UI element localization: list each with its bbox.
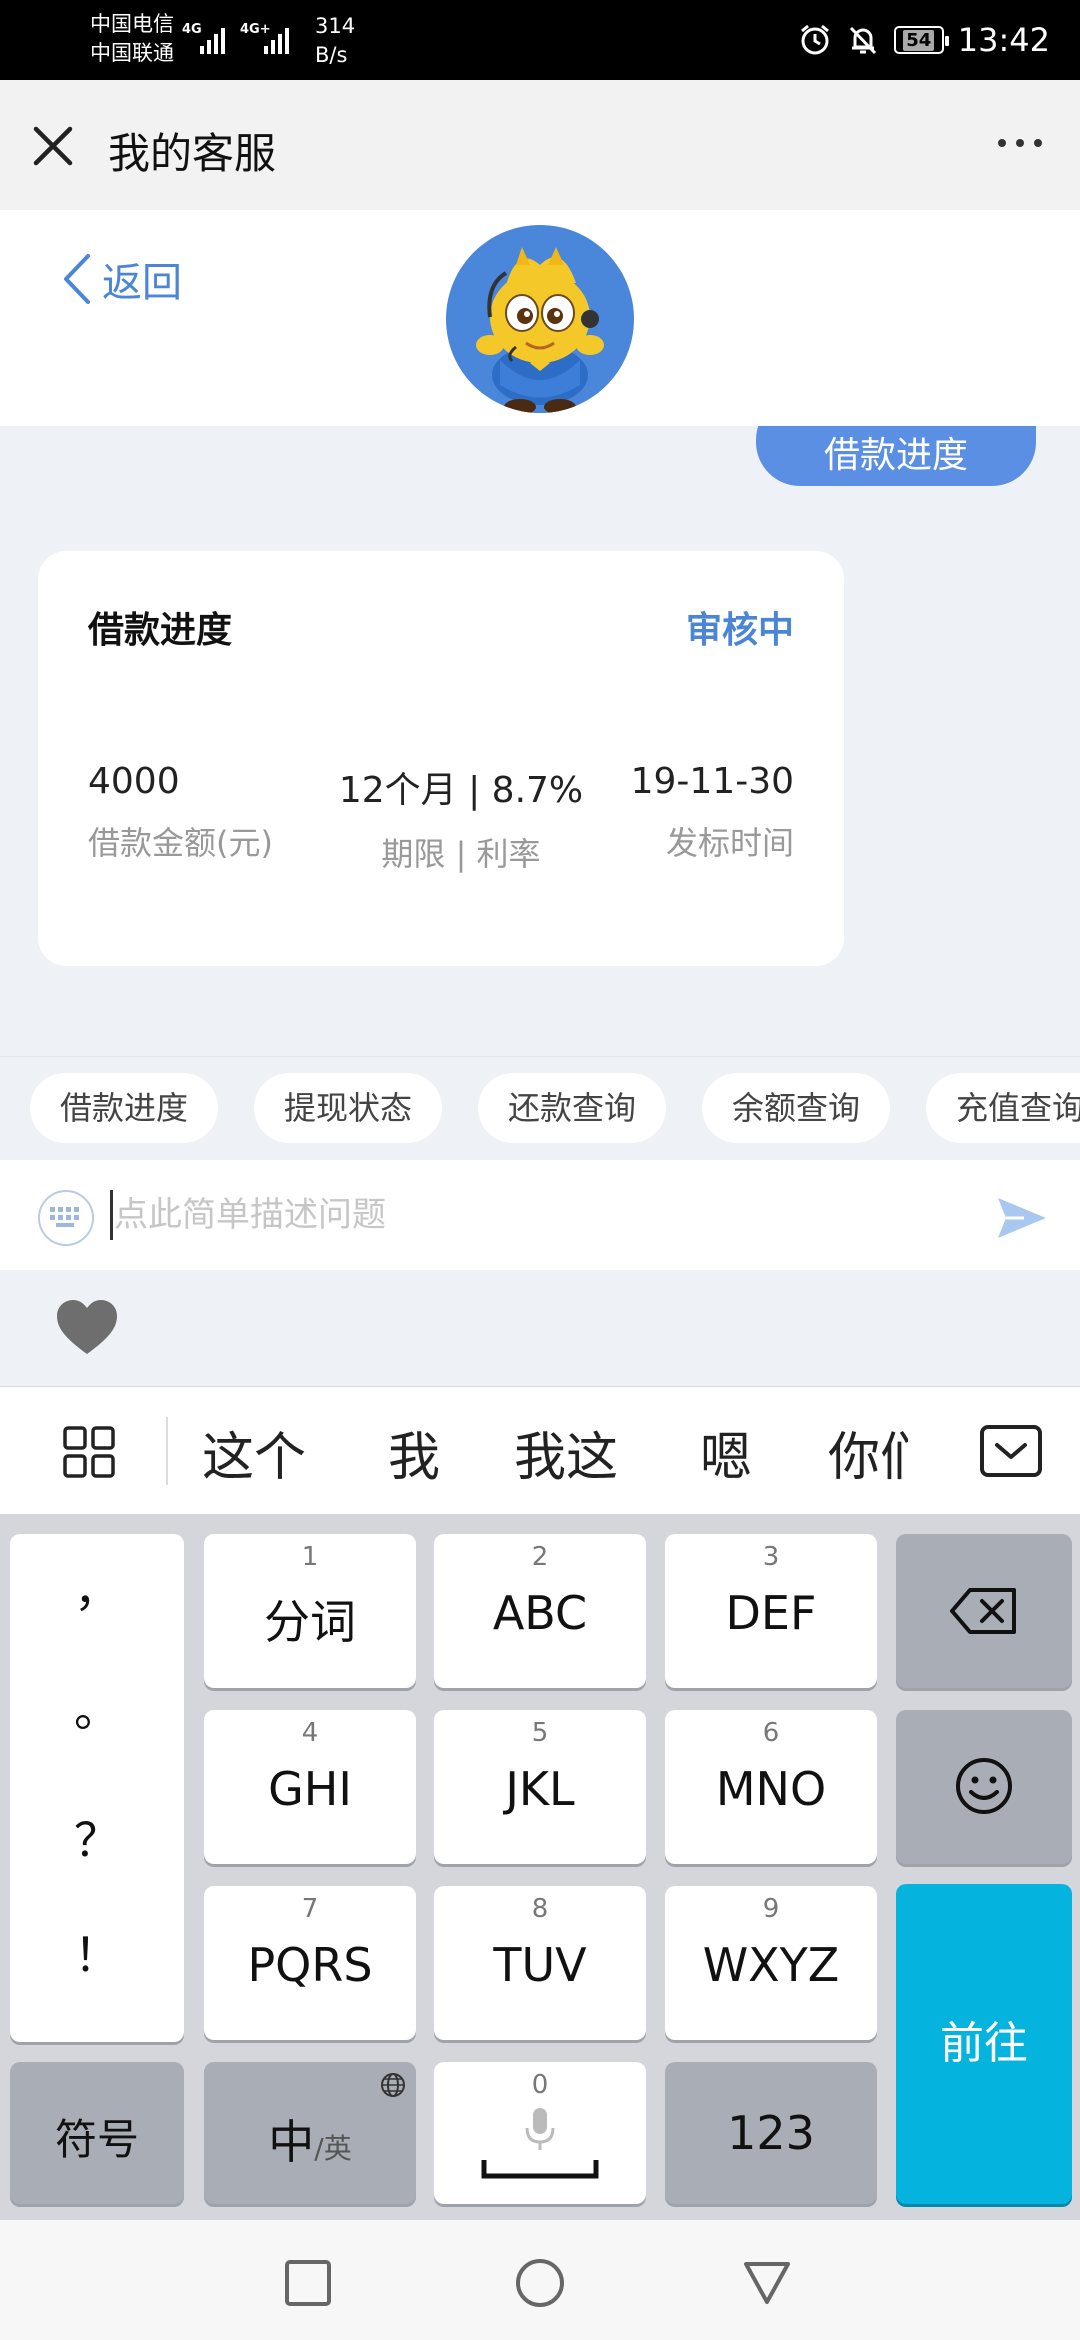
mic-icon (525, 2108, 555, 2150)
system-nav-bar (0, 2220, 1080, 2340)
quick-reply-chip[interactable]: 还款查询 (478, 1073, 667, 1143)
chat-area: 借款进度 借款进度 审核中 4000 借款金额(元) 12个月 | 8.7% 期… (0, 426, 1080, 1056)
quick-reply-chip[interactable]: 余额查询 (702, 1073, 891, 1143)
battery-level: 54 (903, 29, 935, 51)
avatar (446, 225, 634, 413)
backspace-key[interactable] (896, 1534, 1072, 1688)
key-period[interactable]: 。 (10, 1674, 184, 1740)
key-6[interactable]: 6 MNO (665, 1710, 877, 1864)
network-speed: 314 B/s (315, 12, 355, 70)
key-7[interactable]: 7 PQRS (204, 1886, 416, 2040)
stat-label: 发标时间 (665, 824, 794, 862)
alarm-icon (800, 24, 829, 55)
key-9[interactable]: 9 WXYZ (665, 1886, 877, 2040)
network-type-1: 4G (182, 22, 202, 37)
quick-reply-chip[interactable]: 借款进度 (30, 1073, 219, 1143)
mute-bell-icon (849, 26, 876, 55)
page-title: 我的客服 (108, 129, 277, 178)
loan-progress-card[interactable]: 借款进度 审核中 4000 借款金额(元) 12个月 | 8.7% 期限 | 利… (38, 551, 844, 966)
grid-icon[interactable] (62, 1425, 116, 1479)
key-3[interactable]: 3 DEF (665, 1534, 877, 1688)
divider (166, 1417, 168, 1485)
keyboard: ， 。 ？ ！ 1 分词 2 ABC 3 DEF 4 GHI 5 JKL 6 M… (0, 1514, 1080, 2220)
back-label: 返回 (102, 260, 182, 306)
message-input-bar (0, 1160, 1080, 1270)
emoji-icon (956, 1758, 1012, 1814)
back-nav-icon[interactable] (742, 2258, 792, 2308)
message-input[interactable] (114, 1190, 964, 1240)
quick-reply-chip[interactable]: 提现状态 (254, 1073, 443, 1143)
text-cursor (110, 1190, 113, 1240)
emoji-key[interactable] (896, 1710, 1072, 1864)
punctuation-column: ， 。 ？ ！ (10, 1534, 184, 2042)
key-1[interactable]: 1 分词 (204, 1534, 416, 1688)
status-badge: 审核中 (685, 610, 794, 651)
clock: 13:42 (957, 21, 1050, 59)
mascot-avatar-image (476, 247, 604, 413)
card-title: 借款进度 (88, 610, 233, 651)
ime-candidate-bar: 这个 我 我这 嗯 你们 (0, 1386, 1080, 1514)
space-key[interactable]: 0 (434, 2062, 646, 2204)
globe-icon (381, 2073, 405, 2097)
key-2[interactable]: 2 ABC (434, 1534, 646, 1688)
candidate-word[interactable]: 我这 (514, 1415, 618, 1490)
quick-reply-chip[interactable]: 充值查询 (926, 1073, 1080, 1143)
go-button[interactable]: 前往 (896, 1884, 1072, 2204)
status-bar: 中国电信 中国联通 4G 4G+ 314 B/s 54 13:42 (0, 0, 1080, 80)
key-comma[interactable]: ， (10, 1554, 184, 1620)
signal-icon (264, 22, 296, 54)
service-header: 返回 (0, 210, 1080, 426)
send-icon[interactable] (994, 1190, 1050, 1246)
key-8[interactable]: 8 TUV (434, 1886, 646, 2040)
space-bar-icon (481, 2160, 599, 2179)
title-bar: 我的客服 (0, 80, 1080, 210)
speed-unit: B/s (315, 43, 348, 67)
candidate-word[interactable]: 嗯 (700, 1415, 752, 1490)
home-icon[interactable] (515, 2258, 565, 2308)
backspace-icon (950, 1588, 1016, 1634)
candidate-word[interactable]: 我 (388, 1415, 440, 1490)
user-message-bubble: 借款进度 (755, 426, 1036, 486)
key-5[interactable]: 5 JKL (434, 1710, 646, 1864)
stat-value: 19-11-30 (630, 761, 794, 802)
recents-icon[interactable] (283, 2258, 333, 2308)
battery-indicator: 54 (893, 26, 949, 54)
chevron-left-icon (64, 254, 90, 304)
chevron-down-icon[interactable] (980, 1425, 1042, 1477)
heart-icon[interactable] (55, 1298, 119, 1358)
extras-row (0, 1270, 1080, 1386)
keyboard-icon[interactable] (38, 1190, 94, 1246)
lang-main: 中 (268, 2115, 315, 2169)
candidate-word[interactable]: 这个 (202, 1415, 306, 1490)
carrier-1: 中国电信 (90, 12, 174, 36)
key-4[interactable]: 4 GHI (204, 1710, 416, 1864)
more-icon[interactable] (990, 128, 1050, 158)
close-icon[interactable] (32, 125, 74, 167)
lang-sub: /英 (314, 2132, 352, 2165)
quick-reply-row: 借款进度 提现状态 还款查询 余额查询 充值查询 (0, 1056, 1080, 1158)
carrier-2: 中国联通 (90, 41, 174, 65)
key-question[interactable]: ？ (10, 1804, 184, 1870)
language-toggle-key[interactable]: 中/英 (204, 2062, 416, 2204)
signal-icon (200, 22, 232, 54)
carrier-labels: 中国电信 中国联通 (90, 10, 174, 68)
stat-publish-date: 19-11-30 发标时间 (631, 761, 794, 864)
back-button[interactable]: 返回 (60, 250, 182, 308)
symbols-key[interactable]: 符号 (10, 2062, 184, 2204)
numbers-key[interactable]: 123 (665, 2062, 877, 2204)
key-exclaim[interactable]: ！ (10, 1919, 184, 1985)
speed-value: 314 (315, 14, 356, 38)
